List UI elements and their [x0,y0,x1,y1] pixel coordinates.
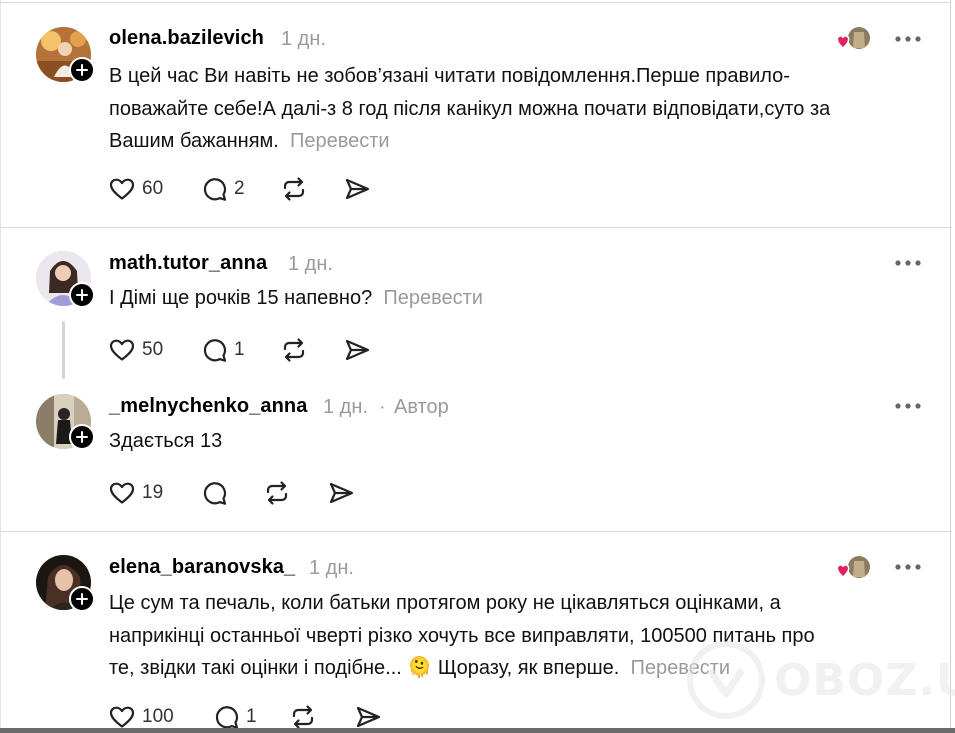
panel-border [0,0,1,733]
post-text-content: Здається 13 [109,430,223,452]
plus-icon [76,431,88,443]
watermark: OBOZ.UA [686,640,955,720]
more-dots-icon[interactable] [894,258,922,268]
post-time[interactable]: 1 дн. [323,396,368,419]
follow-button[interactable] [69,586,95,612]
repost-icon [266,481,288,505]
author-label: Автор [394,396,449,418]
heart-icon [836,564,850,578]
username[interactable]: elena_baranovska_ [109,556,295,579]
translate-link[interactable]: Перевести [290,130,390,152]
heart-icon [109,339,135,361]
reply-count: 2 [234,178,245,199]
plus-icon [76,289,88,301]
share-button[interactable] [327,479,355,507]
reply-count: 1 [246,706,257,727]
repost-icon [283,338,305,362]
watermark-logo-icon [687,641,765,719]
comment-icon [203,482,227,505]
repost-button[interactable] [280,175,308,203]
follow-button[interactable] [69,57,95,83]
threads-replies-panel: olena.bazilevich 1 дн. В цей час Ви наві… [0,0,955,733]
post-text: Здається 13 [109,425,939,458]
comment-icon [215,706,239,729]
share-button[interactable] [343,175,371,203]
heart-icon [109,706,135,728]
post-text: В цей час Ви навіть не зобов’язані читат… [109,60,939,158]
more-dots-icon[interactable] [894,34,922,44]
post-time[interactable]: 1 дн. [309,557,354,580]
send-icon [345,339,370,361]
post-text-content: В цей час Ви навіть не зобов’язані читат… [109,65,831,152]
author-liked-badge [834,26,872,52]
like-count: 19 [142,482,164,503]
like-button[interactable]: 19 [108,479,163,507]
like-button[interactable]: 50 [108,336,163,364]
username[interactable]: math.tutor_anna [109,252,267,275]
send-icon [329,482,354,504]
send-icon [345,178,370,200]
more-dots-icon[interactable] [894,401,922,411]
repost-button[interactable] [289,703,317,731]
like-button[interactable]: 100 [108,703,174,731]
username[interactable]: olena.bazilevich [109,27,264,50]
share-button[interactable] [343,336,371,364]
plus-icon [76,64,88,76]
panel-border [950,0,951,733]
post-text-content: І Дімі ще рочків 15 напевно? [109,287,373,309]
like-count: 50 [142,339,164,360]
reply-button[interactable]: 1 [200,336,245,364]
reply-count: 1 [234,339,245,360]
reply-button[interactable] [200,479,234,507]
divider [0,531,950,532]
divider [0,2,950,3]
reply-button[interactable]: 1 [212,703,257,731]
follow-button[interactable] [69,282,95,308]
repost-button[interactable] [263,479,291,507]
comment-icon [203,178,227,201]
thread-line [62,321,65,379]
like-count: 100 [142,706,174,727]
like-count: 60 [142,178,164,199]
repost-icon [283,177,305,201]
repost-button[interactable] [280,336,308,364]
heart-icon [109,178,135,200]
author-separator: · [379,396,386,418]
share-button[interactable] [354,703,382,731]
heart-icon [109,482,135,504]
post-text: І Дімі ще рочків 15 напевно? Перевести [109,282,939,315]
repost-icon [292,705,314,729]
post-time[interactable]: 1 дн. [288,253,333,276]
plus-icon [76,593,88,605]
send-icon [356,706,381,728]
heart-icon [836,35,850,49]
username[interactable]: _melnychenko_anna [109,395,307,418]
reply-button[interactable]: 2 [200,175,245,203]
comment-icon [203,339,227,362]
bottom-edge [0,728,955,733]
divider [0,227,950,228]
watermark-text: OBOZ.UA [774,654,955,706]
post-time[interactable]: 1 дн. [281,28,326,51]
more-dots-icon[interactable] [894,562,922,572]
translate-link[interactable]: Перевести [383,287,483,309]
like-button[interactable]: 60 [108,175,163,203]
follow-button[interactable] [69,424,95,450]
author-liked-badge [834,555,872,581]
